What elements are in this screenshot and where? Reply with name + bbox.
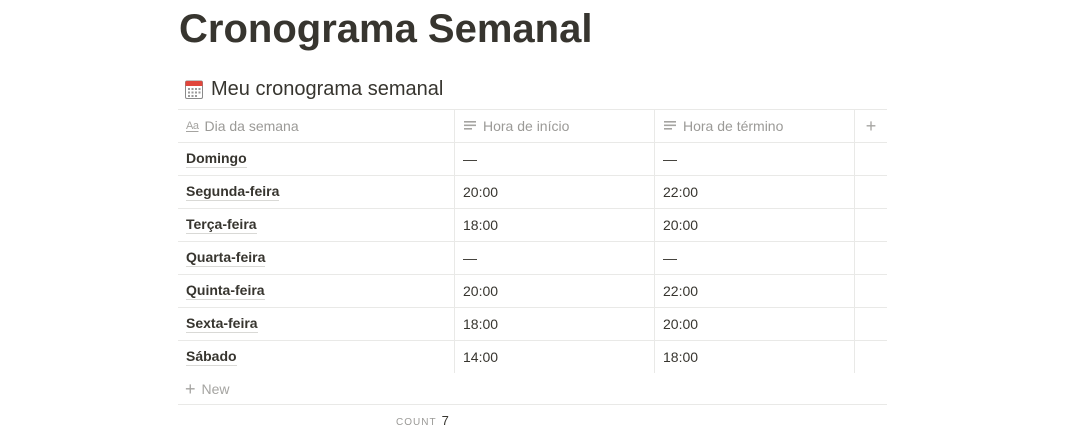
day-cell[interactable]: Domingo xyxy=(178,143,454,175)
start-time-cell[interactable]: 18:00 xyxy=(454,308,654,340)
day-name[interactable]: Sábado xyxy=(186,348,237,366)
new-row-button[interactable]: + New xyxy=(178,374,887,405)
empty-cell[interactable] xyxy=(854,143,887,175)
day-cell[interactable]: Sexta-feira xyxy=(178,308,454,340)
database-title-row: Meu cronograma semanal xyxy=(185,75,443,103)
start-time-cell[interactable]: — xyxy=(454,143,654,175)
table-row[interactable]: Sexta-feira 18:00 20:00 xyxy=(178,307,887,340)
day-name[interactable]: Terça-feira xyxy=(186,216,257,234)
start-time-cell[interactable]: 18:00 xyxy=(454,209,654,241)
day-cell[interactable]: Segunda-feira xyxy=(178,176,454,208)
start-time-cell[interactable]: — xyxy=(454,242,654,274)
day-cell[interactable]: Quarta-feira xyxy=(178,242,454,274)
column-header-label: Hora de término xyxy=(683,118,784,134)
count-label: COUNT xyxy=(396,417,437,428)
end-time-cell[interactable]: — xyxy=(654,242,854,274)
day-name[interactable]: Quarta-feira xyxy=(186,249,266,267)
new-row-label: New xyxy=(201,381,230,397)
column-header-label: Dia da semana xyxy=(204,118,299,134)
empty-cell[interactable] xyxy=(854,275,887,307)
column-header-end[interactable]: Hora de término xyxy=(654,110,854,142)
start-time-cell[interactable]: 20:00 xyxy=(454,275,654,307)
start-time-cell[interactable]: 20:00 xyxy=(454,176,654,208)
end-time-cell[interactable]: 20:00 xyxy=(654,209,854,241)
count-summary[interactable]: COUNT 7 xyxy=(396,413,449,428)
count-value: 7 xyxy=(441,413,449,428)
end-time-cell[interactable]: 20:00 xyxy=(654,308,854,340)
title-aa-icon: Aa xyxy=(186,120,199,132)
plus-icon: + xyxy=(865,116,877,136)
day-name[interactable]: Segunda-feira xyxy=(186,183,280,201)
day-name[interactable]: Sexta-feira xyxy=(186,315,258,333)
text-lines-icon xyxy=(463,119,477,133)
table-row[interactable]: Terça-feira 18:00 20:00 xyxy=(178,208,887,241)
day-cell[interactable]: Terça-feira xyxy=(178,209,454,241)
end-time-cell[interactable]: 18:00 xyxy=(654,341,854,373)
end-time-cell[interactable]: 22:00 xyxy=(654,275,854,307)
empty-cell[interactable] xyxy=(854,209,887,241)
column-header-label: Hora de início xyxy=(483,118,570,134)
day-name[interactable]: Quinta-feira xyxy=(186,282,265,300)
start-time-cell[interactable]: 14:00 xyxy=(454,341,654,373)
empty-cell[interactable] xyxy=(854,308,887,340)
end-time-cell[interactable]: 22:00 xyxy=(654,176,854,208)
page-title[interactable]: Cronograma Semanal xyxy=(179,3,592,55)
table-header-row: Aa Dia da semana Hora de início Hora de … xyxy=(178,109,887,142)
table-row[interactable]: Domingo — — xyxy=(178,142,887,175)
empty-cell[interactable] xyxy=(854,176,887,208)
end-time-cell[interactable]: — xyxy=(654,143,854,175)
table-row[interactable]: Segunda-feira 20:00 22:00 xyxy=(178,175,887,208)
calendar-icon[interactable] xyxy=(185,80,203,99)
day-name[interactable]: Domingo xyxy=(186,150,247,168)
day-cell[interactable]: Sábado xyxy=(178,341,454,373)
add-column-button[interactable]: + xyxy=(854,110,887,142)
database-table: Aa Dia da semana Hora de início Hora de … xyxy=(178,109,887,405)
column-header-start[interactable]: Hora de início xyxy=(454,110,654,142)
empty-cell[interactable] xyxy=(854,341,887,373)
table-row[interactable]: Sábado 14:00 18:00 xyxy=(178,340,887,373)
table-row[interactable]: Quinta-feira 20:00 22:00 xyxy=(178,274,887,307)
plus-icon: + xyxy=(185,379,196,399)
table-row[interactable]: Quarta-feira — — xyxy=(178,241,887,274)
text-lines-icon xyxy=(663,119,677,133)
database-title[interactable]: Meu cronograma semanal xyxy=(211,78,443,101)
day-cell[interactable]: Quinta-feira xyxy=(178,275,454,307)
empty-cell[interactable] xyxy=(854,242,887,274)
column-header-day[interactable]: Aa Dia da semana xyxy=(178,110,454,142)
